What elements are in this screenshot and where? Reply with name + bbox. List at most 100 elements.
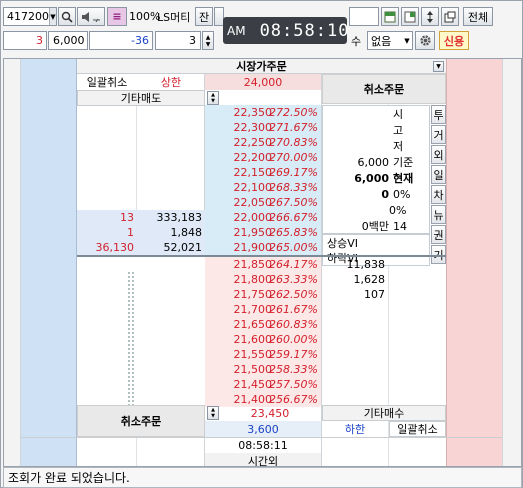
market-order-header[interactable]: 시장가주문	[77, 59, 446, 74]
expand-button[interactable]	[421, 7, 439, 26]
other-sell-row[interactable]: 기타매도	[77, 90, 205, 106]
bid-qty[interactable]	[322, 317, 388, 332]
bid-qty[interactable]	[322, 377, 388, 392]
ask-count[interactable]	[77, 105, 137, 120]
ask-count[interactable]	[77, 150, 137, 165]
balance-button[interactable]: 잔	[195, 7, 213, 26]
search-button[interactable]	[58, 7, 76, 26]
bid-qty-column[interactable]	[446, 59, 502, 466]
bid-side-column[interactable]	[502, 59, 521, 466]
bid-price[interactable]: 21,650	[205, 317, 275, 332]
ask-price[interactable]: 22,350	[205, 105, 275, 120]
bid-price[interactable]: 21,500	[205, 362, 275, 377]
ask-qty[interactable]	[137, 105, 205, 120]
cancel-order-bottom[interactable]: 취소주문	[77, 405, 205, 437]
ask-count[interactable]	[77, 180, 137, 195]
diff-input[interactable]: -36	[89, 31, 153, 50]
bid-price[interactable]: 21,850	[205, 257, 275, 272]
toolbar-field[interactable]	[349, 7, 379, 26]
upper-limit-label: 상한	[137, 74, 205, 90]
ask-count[interactable]: 36,130	[77, 240, 137, 255]
side-tab[interactable]: 투	[431, 105, 446, 124]
ask-rate: 265.00%	[269, 240, 321, 255]
bid-price[interactable]: 21,450	[205, 377, 275, 392]
all-label: 전체	[467, 10, 489, 24]
ask-qty[interactable]	[137, 120, 205, 135]
popout-button[interactable]	[441, 7, 459, 26]
ask-qty[interactable]: 1,848	[137, 225, 205, 240]
ask-qty-column[interactable]	[21, 59, 77, 466]
bid-qty[interactable]	[322, 362, 388, 377]
other-buy-row[interactable]: 기타매수	[322, 405, 446, 421]
lower-limit-price[interactable]: 3,600	[205, 421, 321, 437]
spin-up-icon[interactable]: ▲	[206, 34, 211, 41]
side-tab[interactable]: 일	[431, 165, 446, 184]
ask-price[interactable]: 22,000	[205, 210, 275, 225]
bid-qty[interactable]	[322, 302, 388, 317]
chevron-down-icon[interactable]: ▼	[402, 37, 412, 45]
bid-price[interactable]: 21,750	[205, 287, 275, 302]
ask-price[interactable]: 22,250	[205, 135, 275, 150]
ask-price[interactable]: 22,050	[205, 195, 275, 210]
lower-spin[interactable]: ▲ ▼	[207, 406, 219, 420]
bid-price[interactable]: 21,700	[205, 302, 275, 317]
qty-small-input[interactable]: 3	[3, 31, 47, 50]
cancel-order-top[interactable]: 취소주문	[322, 74, 446, 104]
price-input[interactable]: 6,000	[48, 31, 88, 50]
ask-price[interactable]: 22,150	[205, 165, 275, 180]
ask-count[interactable]: 1	[77, 225, 137, 240]
stock-code-input[interactable]: 417200 ▼	[3, 7, 57, 26]
quantity-spin-button[interactable]: ▲ ▼	[202, 31, 214, 50]
ask-count[interactable]	[77, 120, 137, 135]
ask-price[interactable]: 22,100	[205, 180, 275, 195]
cancel-all-top[interactable]: 일괄취소	[77, 74, 137, 90]
sound-button[interactable]	[77, 7, 105, 26]
side-tab[interactable]: 권	[431, 225, 446, 244]
ask-qty[interactable]	[137, 195, 205, 210]
credit-button[interactable]: 신용	[439, 31, 469, 50]
side-tab[interactable]: 차	[431, 185, 446, 204]
ask-price[interactable]: 22,200	[205, 150, 275, 165]
spin-down-icon[interactable]: ▼	[206, 41, 211, 48]
ask-count[interactable]: 13	[77, 210, 137, 225]
code-dropdown-icon[interactable]: ▼	[49, 8, 56, 25]
side-tab[interactable]: 외	[431, 145, 446, 164]
lower-price-red[interactable]: 23,450	[219, 405, 321, 421]
after-hours[interactable]: 시간외	[205, 453, 321, 466]
bid-price[interactable]: 21,800	[205, 272, 275, 287]
layout-button-2[interactable]	[401, 7, 419, 26]
bid-qty[interactable]: 107	[322, 287, 388, 302]
bid-qty[interactable]: 1,628	[322, 272, 388, 287]
option-select[interactable]: 없음 ▼	[367, 31, 413, 50]
order-type-button[interactable]: ≡	[107, 7, 127, 26]
ask-qty[interactable]	[137, 135, 205, 150]
bid-price[interactable]: 21,550	[205, 347, 275, 362]
quantity-stepper[interactable]: 3	[155, 31, 201, 50]
ask-price[interactable]: 21,900	[205, 240, 275, 255]
ask-price[interactable]: 22,300	[205, 120, 275, 135]
other-sell-spin[interactable]: ▲ ▼	[207, 91, 219, 105]
ask-qty[interactable]: 333,183	[137, 210, 205, 225]
all-button[interactable]: 전체	[463, 7, 493, 26]
market-dropdown-button[interactable]: ▼	[433, 61, 444, 72]
dotted-slider[interactable]	[127, 271, 135, 405]
cancel-all-bottom[interactable]: 일괄취소	[389, 421, 446, 437]
ask-price[interactable]: 21,950	[205, 225, 275, 240]
settings-button[interactable]	[415, 31, 435, 50]
ask-count[interactable]	[77, 195, 137, 210]
bid-qty[interactable]: 11,838	[322, 257, 388, 272]
side-tab[interactable]: 뉴	[431, 205, 446, 224]
ask-qty[interactable]	[137, 165, 205, 180]
ask-qty[interactable]	[137, 150, 205, 165]
side-tab[interactable]: 거	[431, 125, 446, 144]
ask-qty[interactable]: 52,021	[137, 240, 205, 255]
bid-price[interactable]: 21,600	[205, 332, 275, 347]
upper-limit-price[interactable]: 24,000	[205, 74, 321, 90]
ask-qty[interactable]	[137, 180, 205, 195]
ask-count[interactable]	[77, 165, 137, 180]
ask-side-column[interactable]	[4, 59, 21, 466]
layout-button-1[interactable]	[381, 7, 399, 26]
ask-count[interactable]	[77, 135, 137, 150]
bid-qty[interactable]	[322, 332, 388, 347]
bid-qty[interactable]	[322, 347, 388, 362]
